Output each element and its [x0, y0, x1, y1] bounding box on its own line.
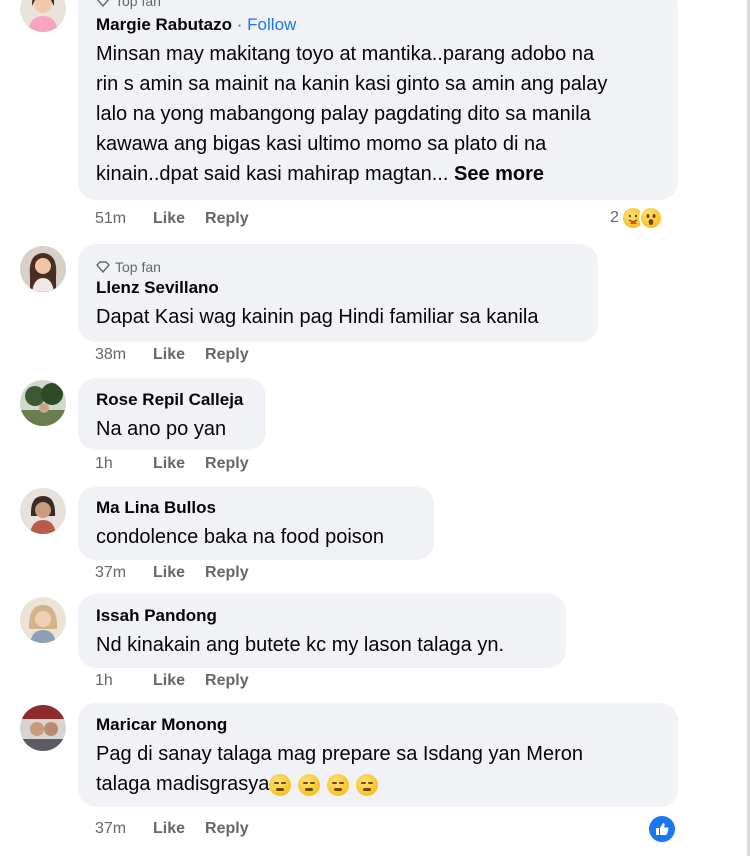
- reply-button[interactable]: Reply: [205, 455, 249, 473]
- comment-bubble: Rose Repil Calleja Na ano po yan: [78, 378, 266, 450]
- separator-dot: ·: [236, 15, 243, 34]
- see-more-link[interactable]: See more: [454, 163, 544, 185]
- author-name[interactable]: Maricar Monong: [96, 715, 227, 734]
- like-button[interactable]: Like: [153, 820, 185, 838]
- author-name[interactable]: Llenz Sevillano: [96, 278, 219, 297]
- comment-actions: 38m Like Reply: [95, 346, 269, 364]
- like-button[interactable]: Like: [153, 564, 185, 582]
- comment-text-line: Pag di sanay talaga mag prepare sa Isdan…: [96, 743, 583, 765]
- comment-text-line: talaga madisgrasya: [96, 769, 660, 799]
- top-fan-badge: Top fan: [96, 258, 580, 276]
- timestamp[interactable]: 1h: [95, 455, 153, 473]
- timestamp[interactable]: 1h: [95, 672, 153, 690]
- comment-actions: 1h Like Reply: [95, 455, 269, 473]
- timestamp[interactable]: 38m: [95, 346, 153, 364]
- badge-label: Top fan: [115, 259, 161, 275]
- comment-bubble: Issah Pandong Nd kinakain ang butete kc …: [78, 594, 566, 668]
- comment-text: condolence baka na food poison: [96, 526, 385, 548]
- reaction-summary[interactable]: 2: [610, 206, 663, 230]
- comment-text: Na ano po yan: [96, 418, 227, 440]
- avatar[interactable]: [20, 597, 66, 643]
- reply-button[interactable]: Reply: [205, 564, 249, 582]
- diamond-icon: [96, 0, 110, 7]
- comment-text: Dapat Kasi wag kainin pag Hindi familiar…: [96, 306, 539, 328]
- reaction-count: 2: [610, 209, 619, 226]
- comment-actions: 51m Like Reply: [95, 210, 269, 228]
- comment-text-line: rin s amin sa mainit na kanin kasi ginto…: [96, 73, 608, 95]
- comment-actions: 1h Like Reply: [95, 672, 269, 690]
- comment-bubble: Maricar Monong Pag di sanay talaga mag p…: [78, 703, 678, 807]
- comment-text-line: kinain..dpat said kasi mahirap magtan...…: [96, 159, 660, 189]
- author-name[interactable]: Ma Lina Bullos: [96, 498, 216, 517]
- timestamp[interactable]: 37m: [95, 564, 153, 582]
- like-button[interactable]: Like: [153, 346, 185, 364]
- comment-bubble: Top fan Margie Rabutazo · Follow Minsan …: [78, 0, 678, 200]
- avatar[interactable]: [20, 0, 66, 32]
- badge-label: Top fan: [115, 0, 161, 9]
- comment-text-line: kawawa ang bigas kasi ultimo momo sa pla…: [96, 133, 547, 155]
- reply-button[interactable]: Reply: [205, 346, 249, 364]
- comment-text-fragment: talaga madisgrasya: [96, 773, 270, 795]
- avatar[interactable]: [20, 380, 66, 426]
- comment-text: Pag di sanay talaga mag prepare sa Isdan…: [96, 739, 660, 799]
- comment-text: Nd kinakain ang butete kc my lason talag…: [96, 634, 505, 656]
- avatar[interactable]: [20, 488, 66, 534]
- author-name[interactable]: Issah Pandong: [96, 606, 217, 625]
- comment-text-fragment: kinain..dpat said kasi mahirap magtan...: [96, 163, 449, 185]
- author-name[interactable]: Margie Rabutazo: [96, 15, 232, 34]
- avatar[interactable]: [20, 246, 66, 292]
- timestamp[interactable]: 51m: [95, 210, 153, 228]
- wow-emoji-icon: [638, 206, 663, 230]
- comment-text-line: Minsan may makitang toyo at mantika..par…: [96, 43, 595, 65]
- comment-bubble: Ma Lina Bullos condolence baka na food p…: [78, 486, 434, 560]
- reply-button[interactable]: Reply: [205, 672, 249, 690]
- avatar[interactable]: [20, 705, 66, 751]
- like-thumb-icon[interactable]: [649, 816, 675, 842]
- comment-bubble: Top fan Llenz Sevillano Dapat Kasi wag k…: [78, 244, 598, 342]
- comment-text-line: lalo na yong mabangong palay pagdating d…: [96, 103, 591, 125]
- like-button[interactable]: Like: [153, 672, 185, 690]
- diamond-icon: [96, 261, 110, 273]
- weary-face-emoji-icon: [269, 773, 292, 796]
- like-button[interactable]: Like: [153, 210, 185, 228]
- reply-button[interactable]: Reply: [205, 820, 249, 838]
- weary-face-emoji-icon: [356, 773, 379, 796]
- top-fan-badge: Top fan: [96, 0, 660, 10]
- comment-text: Minsan may makitang toyo at mantika..par…: [96, 39, 660, 189]
- comment-actions: 37m Like Reply: [95, 820, 269, 838]
- weary-face-emoji-icon: [298, 773, 321, 796]
- reply-button[interactable]: Reply: [205, 210, 249, 228]
- weary-face-emoji-icon: [327, 773, 350, 796]
- like-button[interactable]: Like: [153, 455, 185, 473]
- timestamp[interactable]: 37m: [95, 820, 153, 838]
- comment-actions: 37m Like Reply: [95, 564, 269, 582]
- follow-link[interactable]: Follow: [247, 15, 296, 34]
- author-name[interactable]: Rose Repil Calleja: [96, 390, 243, 409]
